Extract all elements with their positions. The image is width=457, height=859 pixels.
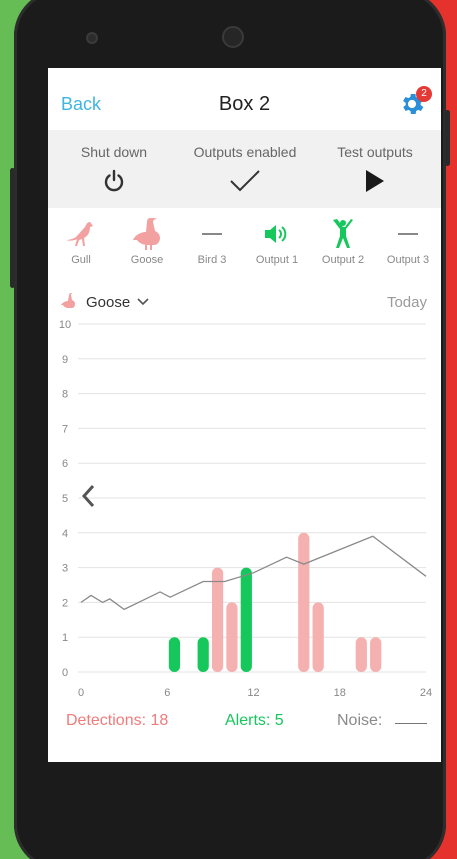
- front-camera: [86, 32, 98, 44]
- phone-frame: Back Box 2 2 Shut down Outputs enabled T…: [10, 0, 450, 859]
- dash-icon: [202, 233, 222, 235]
- gull-icon: [66, 222, 93, 246]
- app-screen: Back Box 2 2 Shut down Outputs enabled T…: [48, 68, 441, 762]
- top-bar: Back Box 2 2: [48, 68, 441, 130]
- x-tick-label: 0: [78, 687, 84, 699]
- play-icon: [366, 170, 384, 192]
- bird-item-bird-3[interactable]: Bird 3: [179, 216, 245, 266]
- controls-bar: Shut down Outputs enabled Test outputs: [48, 130, 441, 208]
- x-tick-label: 6: [164, 687, 170, 699]
- test-outputs-button[interactable]: Test outputs: [331, 144, 419, 194]
- power-icon: [104, 169, 124, 192]
- bird-item-goose[interactable]: Goose: [114, 216, 180, 266]
- goose-icon: [133, 218, 160, 250]
- species-selector[interactable]: Goose: [60, 290, 150, 314]
- y-tick-label: 5: [62, 493, 68, 505]
- noise-label: Noise:: [337, 712, 383, 729]
- bird-label-gull: Gull: [71, 254, 91, 266]
- output-item-1[interactable]: Output 1: [244, 216, 310, 266]
- person-waving-icon: [333, 219, 353, 248]
- alerts-bar: [168, 637, 181, 672]
- noise-line: [80, 535, 427, 611]
- period-selector[interactable]: Today: [387, 294, 427, 311]
- y-tick-label: 0: [62, 667, 68, 679]
- alerts-bar: [240, 567, 252, 672]
- detections-bar: [298, 532, 310, 672]
- output-label-1: Output 1: [255, 254, 299, 266]
- activity-chart: 0123456789100 6 12 18 24: [59, 319, 432, 699]
- y-tick-label: 9: [62, 354, 68, 366]
- y-tick-label: 10: [59, 319, 71, 331]
- chevron-down-icon: [137, 298, 149, 306]
- detections-count: Detections: 18: [66, 712, 169, 729]
- detections-bar: [370, 637, 382, 672]
- output-label-2: Output 2: [321, 254, 365, 266]
- speaker-icon: [265, 225, 287, 243]
- shut-down-label: Shut down: [80, 144, 148, 160]
- goose-icon: [61, 293, 75, 308]
- y-tick-label: 8: [62, 389, 68, 401]
- checkmark-icon: [230, 170, 260, 192]
- species-output-row: Gull Goose Bird 3 Output 1 Output 2 Outp…: [48, 216, 441, 278]
- x-tick-label: 12: [247, 687, 259, 699]
- notification-badge: 2: [416, 86, 432, 102]
- detections-bar: [355, 637, 367, 672]
- chevron-left-icon[interactable]: [81, 484, 95, 508]
- y-tick-label: 1: [62, 632, 68, 644]
- y-tick-label: 2: [62, 597, 68, 609]
- shut-down-button[interactable]: Shut down: [76, 144, 152, 194]
- bird-label-bird-3: Bird 3: [197, 254, 227, 266]
- output-label-3: Output 3: [386, 254, 430, 266]
- outputs-enabled-label: Outputs enabled: [193, 144, 297, 160]
- x-tick-label: 18: [334, 687, 346, 699]
- output-item-2[interactable]: Output 2: [310, 216, 376, 266]
- y-tick-label: 4: [62, 528, 68, 540]
- stats-row: Detections: 18 Alerts: 5 Noise:: [48, 712, 441, 734]
- x-tick-label: 24: [420, 687, 432, 699]
- y-tick-label: 3: [62, 563, 68, 575]
- volume-button: [10, 168, 15, 288]
- power-button: [445, 110, 450, 166]
- species-selector-label: Goose: [86, 293, 131, 311]
- bird-item-gull[interactable]: Gull: [48, 216, 114, 266]
- y-tick-label: 6: [62, 458, 68, 470]
- output-item-3[interactable]: Output 3: [375, 216, 441, 266]
- dash-icon: [398, 233, 418, 235]
- outputs-enabled-toggle[interactable]: Outputs enabled: [185, 144, 305, 194]
- earpiece-speaker: [222, 26, 244, 48]
- detections-bar: [211, 567, 224, 672]
- bird-label-goose: Goose: [130, 254, 164, 266]
- alerts-bar: [197, 637, 209, 672]
- alerts-count: Alerts: 5: [225, 712, 284, 729]
- test-outputs-label: Test outputs: [337, 144, 413, 160]
- noise-legend-line: [395, 723, 427, 724]
- detections-bar: [226, 602, 238, 672]
- page-title: Box 2: [218, 93, 271, 115]
- y-tick-label: 7: [62, 423, 68, 435]
- detections-bar: [312, 602, 324, 672]
